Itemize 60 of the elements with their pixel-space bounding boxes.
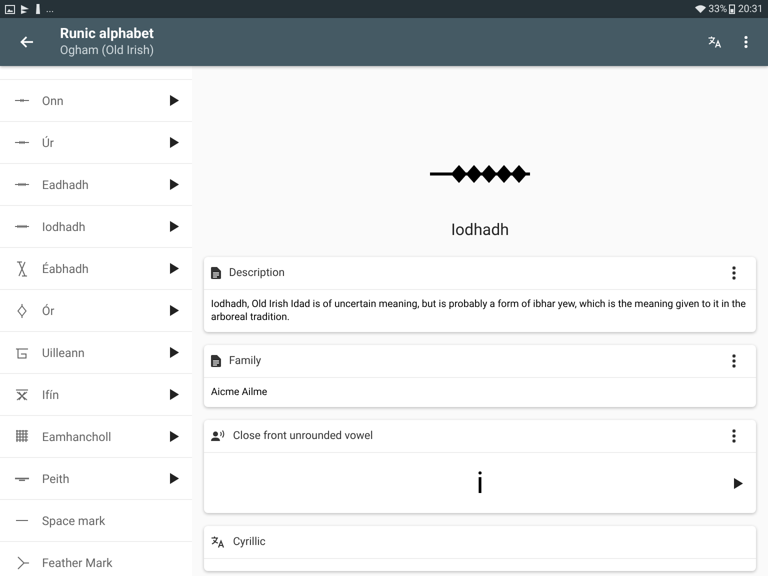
letter-list-item[interactable]: Úr — [0, 121, 192, 163]
lighthouse-icon — [35, 4, 41, 14]
clock: 20:31 — [738, 2, 763, 16]
card-text: Iodhadh, Old Irish Idad is of uncertain meaning, but is probably a form of ibhar yew, which is the meaning given to it in the arboreal tradition. — [211, 298, 747, 324]
ogham-glyph-icon — [14, 260, 30, 276]
more-icon[interactable] — [732, 354, 736, 368]
arrow-icon[interactable] — [170, 389, 179, 400]
letter-list-item[interactable]: Ór — [0, 289, 192, 331]
image-icon — [5, 4, 15, 14]
arrow-icon[interactable] — [170, 221, 179, 232]
app-subtitle: Ogham (Old Irish) — [60, 43, 154, 58]
letter-list-item[interactable]: Space mark — [0, 499, 192, 541]
back-arrow-icon[interactable] — [20, 36, 33, 48]
letter-list-item[interactable]: Eadhadh — [0, 163, 192, 205]
translate-icon — [211, 536, 225, 548]
flag-icon — [21, 4, 29, 14]
letter-list-item[interactable]: Peith — [0, 457, 192, 499]
card-title: Description — [229, 264, 286, 281]
translate-icon[interactable] — [708, 36, 722, 48]
letter-list-item[interactable]: Onn — [0, 79, 192, 121]
letter-list-item[interactable]: Feather Mark — [0, 541, 192, 576]
ogham-glyph-icon — [14, 224, 30, 229]
letter-list-item[interactable]: Iodhadh — [0, 205, 192, 247]
document-icon — [211, 355, 221, 367]
more-icon[interactable] — [744, 36, 748, 48]
speaking-person-icon — [211, 430, 225, 442]
ogham-glyph-icon — [14, 140, 30, 145]
ogham-glyph-icon — [14, 518, 30, 523]
phonetic-symbol: i — [476, 464, 484, 502]
letter-list-item[interactable]: Éabhadh — [0, 247, 192, 289]
arrow-icon[interactable] — [170, 179, 179, 190]
card-title: Close front unrounded vowel — [233, 428, 374, 444]
document-icon — [211, 267, 221, 279]
card-title: Cyrillic — [233, 534, 267, 550]
letter-name: Iodhadh — [451, 219, 509, 241]
app-title: Runic alphabet — [60, 26, 154, 43]
ogham-glyph-icon — [14, 428, 30, 444]
arrow-icon[interactable] — [170, 473, 179, 484]
ogham-glyph-icon — [14, 386, 30, 402]
card-text: Aicme Ailme — [211, 386, 268, 399]
arrow-icon[interactable] — [170, 95, 179, 106]
play-sound-icon[interactable] — [734, 478, 743, 489]
arrow-icon[interactable] — [170, 431, 179, 442]
arrow-icon[interactable] — [170, 305, 179, 316]
arrow-icon[interactable] — [170, 137, 179, 148]
more-icon[interactable] — [732, 429, 736, 443]
battery-icon — [729, 4, 736, 14]
arrow-icon[interactable] — [170, 263, 179, 274]
ogham-glyph-icon — [14, 98, 30, 103]
letter-list-item[interactable]: Ifín — [0, 373, 192, 415]
battery-percent: 33% — [708, 2, 728, 16]
card-title: Family — [229, 352, 262, 369]
letter-list-item[interactable]: Eamhancholl — [0, 415, 192, 457]
ogham-glyph-icon — [14, 182, 30, 187]
letter-list-item[interactable]: Uilleann — [0, 331, 192, 373]
wifi-icon — [694, 5, 706, 13]
notification-more: ... — [46, 2, 54, 16]
arrow-icon[interactable] — [170, 347, 179, 358]
more-icon[interactable] — [732, 266, 736, 280]
ogham-glyph-icon — [14, 476, 30, 481]
